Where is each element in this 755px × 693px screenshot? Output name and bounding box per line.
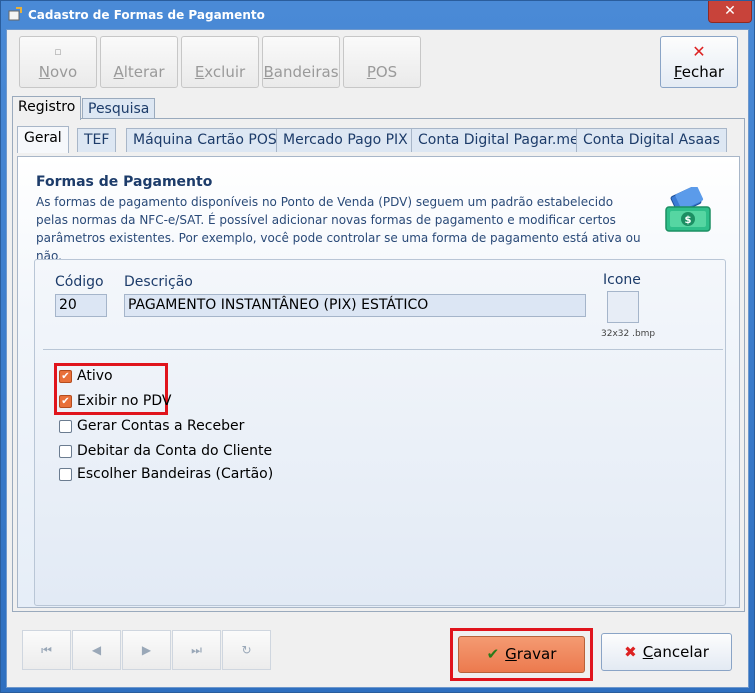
tab-tef[interactable]: TEF <box>77 128 117 152</box>
prev-icon: ◀ <box>91 643 102 657</box>
cancel-icon: ✖ <box>624 643 637 661</box>
footer-bar: ⏮ ◀ ▶ ⏭ ↻ ✔ Gravar ✖ Cancelar <box>12 620 745 684</box>
window: Cadastro de Formas de Pagamento ✕ ▫ Novo… <box>0 0 755 693</box>
cancelar-label: Cancelar <box>642 643 709 661</box>
last-icon: ⏭ <box>191 643 202 657</box>
record-navigator: ⏮ ◀ ▶ ⏭ ↻ <box>22 630 274 670</box>
bandeiras-label: Bandeiras <box>263 63 339 81</box>
tab-pesquisa[interactable]: Pesquisa <box>82 98 156 120</box>
tab-registro[interactable]: Registro <box>12 96 82 120</box>
info-text: As formas de pagamento disponíveis no Po… <box>36 195 641 263</box>
tab-mercado-pago-pix[interactable]: Mercado Pago PIX <box>276 128 415 152</box>
icone-picker[interactable] <box>607 291 639 323</box>
icone-label: Icone <box>603 272 641 288</box>
window-title: Cadastro de Formas de Pagamento <box>28 8 265 22</box>
toolbar: ▫ Novo Alterar Excluir Bandeiras POS ✕ F… <box>12 33 743 93</box>
check-icon: ✔ <box>486 645 500 663</box>
codigo-label: Código <box>55 274 104 290</box>
cancelar-button[interactable]: ✖ Cancelar <box>601 633 732 671</box>
prev-record-button[interactable]: ◀ <box>72 630 121 670</box>
excluir-button[interactable]: Excluir <box>181 36 259 88</box>
new-icon: ▫ <box>54 45 62 58</box>
payment-money-icon: $ <box>665 187 711 232</box>
check-icon: ✔ <box>59 395 72 408</box>
excluir-label: Excluir <box>194 63 246 81</box>
refresh-icon: ↻ <box>241 643 252 657</box>
geral-panel: Formas de Pagamento As formas de pagamen… <box>17 156 740 608</box>
gerar-contas-label: Gerar Contas a Receber <box>77 418 245 434</box>
escolher-bandeiras-label: Escolher Bandeiras (Cartão) <box>77 466 274 482</box>
gravar-label: Gravar <box>505 645 557 663</box>
alterar-button[interactable]: Alterar <box>100 36 178 88</box>
checkbox-box <box>59 445 72 458</box>
debitar-conta-label: Debitar da Conta do Cliente <box>77 443 273 459</box>
registro-panel: Geral TEF Máquina Cartão POS Mercado Pag… <box>12 118 745 612</box>
exibir-pdv-label: Exibir no PDV <box>77 393 172 409</box>
bandeiras-button[interactable]: Bandeiras <box>262 36 340 88</box>
checkbox-box <box>59 420 72 433</box>
icone-hint: 32x32 .bmp <box>601 329 656 339</box>
fechar-button[interactable]: ✕ Fechar <box>660 36 738 88</box>
pos-button[interactable]: POS <box>343 36 421 88</box>
info-title: Formas de Pagamento <box>36 174 213 190</box>
next-icon: ▶ <box>141 643 152 657</box>
checkbox-box <box>59 468 72 481</box>
last-record-button[interactable]: ⏭ <box>172 630 221 670</box>
title-bar[interactable]: Cadastro de Formas de Pagamento ✕ <box>1 1 754 29</box>
refresh-button[interactable]: ↻ <box>222 630 271 670</box>
svg-text:$: $ <box>685 215 692 226</box>
tab-maquina-cartao-pos[interactable]: Máquina Cartão POS <box>126 128 284 152</box>
client-area: ▫ Novo Alterar Excluir Bandeiras POS ✕ F… <box>6 29 749 688</box>
novo-label: Novo <box>38 63 78 81</box>
first-icon: ⏮ <box>41 643 52 657</box>
separator <box>43 349 723 350</box>
app-icon <box>8 7 22 21</box>
novo-button[interactable]: ▫ Novo <box>19 36 97 88</box>
tab-conta-digital-pagarme[interactable]: Conta Digital Pagar.me <box>411 128 586 152</box>
form-box: Código 20 Descrição PAGAMENTO INSTANTÂNE… <box>34 259 726 606</box>
check-icon: ✔ <box>59 370 72 383</box>
pos-label: POS <box>366 63 398 81</box>
close-icon: ✕ <box>692 42 706 61</box>
ativo-label: Ativo <box>77 368 113 384</box>
gravar-highlight: ✔ Gravar <box>450 628 593 681</box>
descricao-input[interactable]: PAGAMENTO INSTANTÂNEO (PIX) ESTÁTICO <box>124 294 586 317</box>
descricao-label: Descrição <box>124 274 193 290</box>
first-record-button[interactable]: ⏮ <box>22 630 71 670</box>
gravar-button[interactable]: ✔ Gravar <box>458 636 585 673</box>
tab-conta-digital-asaas[interactable]: Conta Digital Asaas <box>576 128 727 152</box>
fechar-label: Fechar <box>673 63 725 81</box>
tab-geral[interactable]: Geral <box>17 126 69 153</box>
window-close-button[interactable]: ✕ <box>708 1 752 23</box>
codigo-input[interactable]: 20 <box>55 294 107 317</box>
alterar-label: Alterar <box>113 63 165 81</box>
next-record-button[interactable]: ▶ <box>122 630 171 670</box>
